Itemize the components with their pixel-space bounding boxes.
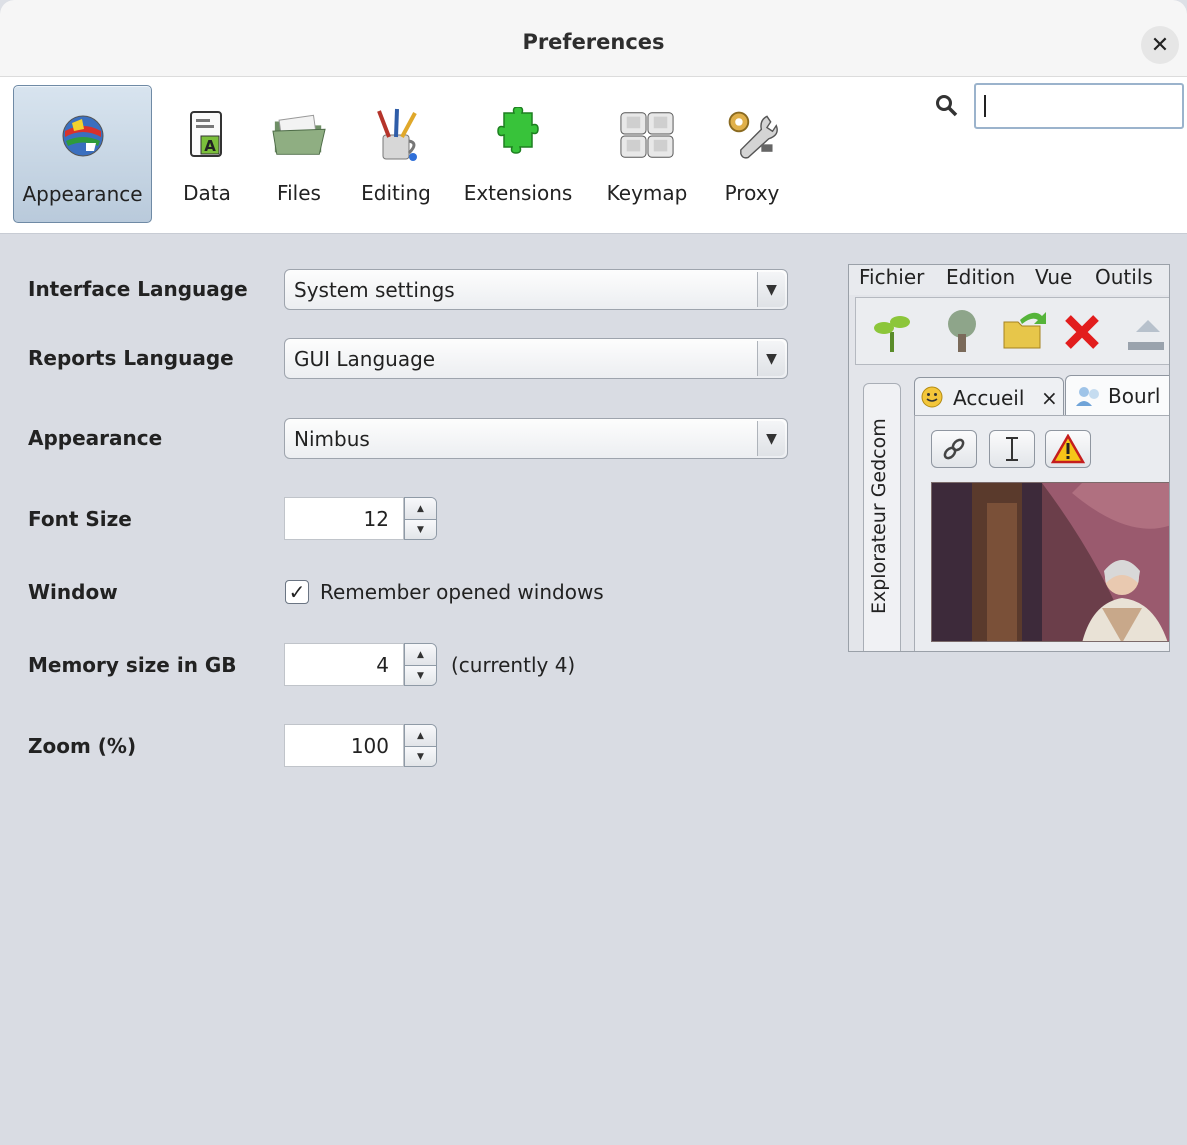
close-icon: ✕ xyxy=(1150,32,1170,58)
font-size-field[interactable]: 12 xyxy=(284,497,404,540)
smiley-icon xyxy=(921,386,943,408)
selected-value: Nimbus xyxy=(294,427,370,451)
selected-value: System settings xyxy=(294,278,455,302)
preferences-window: Preferences ✕ Appearance A Data Files Ed… xyxy=(0,0,1187,1145)
link-icon xyxy=(943,438,965,460)
warning-icon xyxy=(1051,434,1085,464)
text-cursor-icon xyxy=(1006,437,1018,461)
text-cursor-button xyxy=(989,430,1035,468)
preview-menu-edition: Edition xyxy=(946,265,1016,289)
zoom-label: Zoom (%) xyxy=(28,734,137,758)
increment-button[interactable]: ▲ xyxy=(405,498,436,519)
tab-proxy[interactable]: Proxy xyxy=(714,85,790,223)
font-size-label: Font Size xyxy=(28,507,132,531)
reports-language-label: Reports Language xyxy=(28,346,234,370)
appearance-label: Appearance xyxy=(28,426,163,450)
remember-windows-checkbox[interactable]: ✓ xyxy=(285,580,309,604)
preview-side-tab: Explorateur Gedcom xyxy=(863,383,901,651)
tab-label: Extensions xyxy=(463,181,573,205)
tree-icon xyxy=(948,310,976,352)
title-bar: Preferences ✕ xyxy=(0,0,1187,77)
preview-menu-fichier: Fichier xyxy=(859,265,925,289)
memory-size-label: Memory size in GB xyxy=(28,653,237,677)
brushes-cup-icon xyxy=(368,103,424,167)
delete-icon xyxy=(1065,315,1099,349)
preview-menubar: Fichier Edition Vue Outils xyxy=(849,265,1169,295)
window-label: Window xyxy=(28,580,118,604)
puzzle-piece-icon xyxy=(490,103,546,167)
tab-label: Bourl xyxy=(1108,384,1161,408)
zoom-field[interactable]: 100 xyxy=(284,724,404,767)
appearance-preview: Fichier Edition Vue Outils Explorateur G… xyxy=(848,264,1170,652)
portrait-image xyxy=(931,482,1169,642)
tab-label: Accueil xyxy=(953,386,1025,410)
search-input[interactable] xyxy=(974,83,1184,129)
tab-label: Editing xyxy=(361,181,431,205)
remember-windows-label[interactable]: Remember opened windows xyxy=(320,580,604,604)
tab-extensions[interactable]: Extensions xyxy=(458,85,578,223)
increment-button[interactable]: ▲ xyxy=(405,725,436,746)
decrement-button[interactable]: ▼ xyxy=(405,665,436,685)
memory-size-field[interactable]: 4 xyxy=(284,643,404,686)
tab-label: Appearance xyxy=(22,182,143,206)
gear-wrench-icon xyxy=(724,103,780,167)
zoom-spinner[interactable]: 100 ▲ ▼ xyxy=(284,724,438,767)
window-title: Preferences xyxy=(522,30,665,54)
reports-language-select[interactable]: GUI Language ▼ xyxy=(284,338,788,379)
preview-menu-vue: Vue xyxy=(1035,265,1073,289)
tab-appearance[interactable]: Appearance xyxy=(13,85,152,223)
chevron-down-icon[interactable]: ▼ xyxy=(757,341,785,376)
appearance-select[interactable]: Nimbus ▼ xyxy=(284,418,788,459)
font-size-value: 12 xyxy=(363,507,389,531)
memory-size-value: 4 xyxy=(376,653,389,677)
close-button[interactable]: ✕ xyxy=(1141,26,1179,64)
memory-current-note: (currently 4) xyxy=(451,653,576,677)
preview-toolbar xyxy=(855,297,1169,365)
sprout-icon xyxy=(874,316,910,352)
chevron-down-icon[interactable]: ▼ xyxy=(757,272,785,307)
data-document-icon: A xyxy=(179,103,235,167)
font-size-spinner[interactable]: 12 ▲ ▼ xyxy=(284,497,438,540)
family-icon xyxy=(1076,387,1099,406)
text-cursor xyxy=(984,95,986,117)
svg-text:A: A xyxy=(204,137,216,155)
increment-button[interactable]: ▲ xyxy=(405,644,436,665)
tab-label: Files xyxy=(277,181,321,205)
tab-files[interactable]: Files xyxy=(262,85,336,223)
selected-value: GUI Language xyxy=(294,347,436,371)
search-icon xyxy=(934,93,960,119)
side-tab-label: Explorateur Gedcom xyxy=(868,418,890,614)
tab-data[interactable]: A Data xyxy=(172,85,242,223)
save-icon xyxy=(1128,320,1164,350)
preview-content xyxy=(914,415,1169,651)
preview-tab-accueil: Accueil × xyxy=(914,377,1064,415)
chevron-down-icon[interactable]: ▼ xyxy=(757,421,785,456)
tab-label: Proxy xyxy=(724,181,780,205)
tab-keymap[interactable]: Keymap xyxy=(600,85,694,223)
zoom-value: 100 xyxy=(350,734,389,758)
interface-language-label: Interface Language xyxy=(28,277,248,301)
interface-language-select[interactable]: System settings ▼ xyxy=(284,269,788,310)
check-icon: ✓ xyxy=(288,580,306,604)
keyboard-keys-icon xyxy=(619,103,675,167)
preferences-toolbar: Appearance A Data Files Editing Extensio… xyxy=(0,77,1187,234)
decrement-button[interactable]: ▼ xyxy=(405,519,436,539)
tab-close-icon: × xyxy=(1041,386,1058,410)
decrement-button[interactable]: ▼ xyxy=(405,746,436,766)
globe-flags-icon xyxy=(55,104,111,168)
tab-label: Data xyxy=(183,181,231,205)
preview-tab-bourl: Bourl xyxy=(1065,375,1169,415)
open-folder-icon xyxy=(1003,312,1046,349)
tab-label: Keymap xyxy=(606,181,688,205)
link-button xyxy=(931,430,977,468)
warning-button xyxy=(1045,430,1091,468)
folder-icon xyxy=(271,103,327,167)
tab-editing[interactable]: Editing xyxy=(356,85,436,223)
memory-size-spinner[interactable]: 4 ▲ ▼ xyxy=(284,643,438,686)
preview-menu-outils: Outils xyxy=(1095,265,1153,289)
